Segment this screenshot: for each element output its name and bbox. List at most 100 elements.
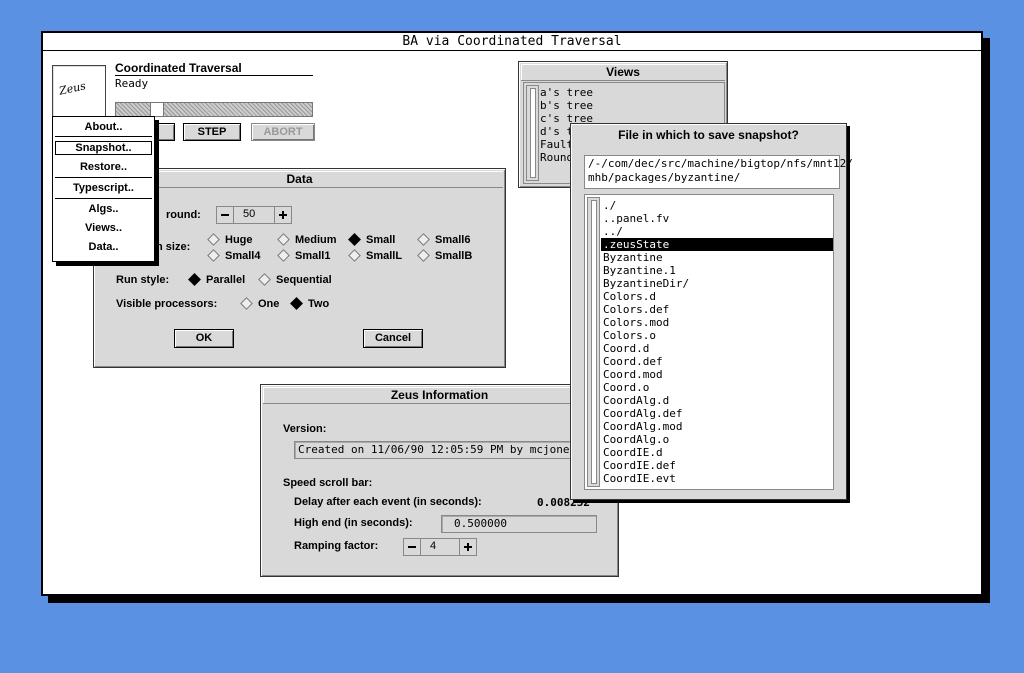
cancel-button[interactable]: Cancel [363,329,423,348]
round-value[interactable]: 50 [243,208,255,220]
menu-item-views[interactable]: Views.. [53,222,154,234]
radio-icon [417,248,430,262]
menu-separator [55,177,152,178]
views-item[interactable]: a's tree [540,86,593,99]
visible-option-one[interactable]: One [240,296,279,310]
size-option-smallb[interactable]: SmallB [417,248,472,262]
run-style-sequential[interactable]: Sequential [258,272,332,286]
high-end-field[interactable]: 0.500000 [441,515,597,533]
visible-processors-label: Visible processors: [116,298,218,310]
file-item-selected[interactable]: .zeusState [601,238,833,251]
menu-item-data[interactable]: Data.. [53,241,154,253]
ramping-minus-button[interactable] [404,539,421,555]
file-list[interactable]: ./..panel.fv ../.zeusState Byzantine Byzant… [584,194,834,490]
ramping-plus-button[interactable] [459,539,476,555]
path-field[interactable]: /-/com/dec/src/machine/bigtop/nfs/mnt12/… [584,155,853,189]
ramping-label: Ramping factor: [294,540,379,552]
size-option-huge[interactable]: Huge [207,232,253,246]
round-plus-button[interactable] [274,207,291,223]
file-item[interactable]: Byzantine.1 [601,264,833,277]
size-option-small[interactable]: Small [348,232,395,246]
visible-option-two[interactable]: Two [290,296,329,310]
file-item[interactable]: ./ [601,199,833,212]
run-style-parallel[interactable]: Parallel [188,272,245,286]
speed-label: Speed scroll bar: [283,477,373,489]
zeus-logo: Zeus [52,65,106,117]
step-button[interactable]: STEP [183,123,241,141]
file-item[interactable]: ByzantineDir/ [601,277,833,290]
data-dialog-title: Data [96,171,503,188]
file-item[interactable]: CoordIE.def [601,459,833,472]
file-item[interactable]: CoordAlg.d [601,394,833,407]
file-item[interactable]: Coord.mod [601,368,833,381]
algorithm-name: Coordinated Traversal [115,61,242,75]
ramping-stepper[interactable]: 4 [403,538,477,556]
window-title[interactable]: BA via Coordinated Traversal [43,33,981,51]
radio-icon [207,232,220,246]
menu-item-snapshot[interactable]: Snapshot.. [55,141,152,155]
go-button[interactable] [153,123,175,141]
file-item[interactable]: CoordIE.evt [601,472,833,485]
logo-text: Zeus [57,79,87,98]
divider [115,75,313,76]
file-item[interactable]: Coord.def [601,355,833,368]
zeus-popup-menu: About.. Snapshot.. Restore.. Typescript.… [52,116,155,262]
radio-selected-icon [290,296,303,310]
radio-icon [348,248,361,262]
file-item[interactable]: Colors.o [601,329,833,342]
high-end-label: High end (in seconds): [294,517,413,529]
round-stepper[interactable]: 50 [216,206,292,224]
file-item[interactable]: Colors.d [601,290,833,303]
radio-selected-icon [188,272,201,286]
radio-icon [277,232,290,246]
version-field[interactable]: Created on 11/06/90 12:05:59 PM by mcjon… [294,441,599,459]
file-item[interactable]: CoordIE.d [601,446,833,459]
speed-scroll-bar[interactable] [115,102,313,117]
views-title: Views [521,64,725,81]
radio-icon [258,272,271,286]
menu-item-restore[interactable]: Restore.. [53,161,154,173]
file-item[interactable]: CoordAlg.o [601,433,833,446]
size-option-small4[interactable]: Small4 [207,248,260,262]
ramping-value[interactable]: 4 [430,540,436,552]
info-title: Zeus Information [263,387,616,404]
file-item[interactable]: CoordAlg.def [601,407,833,420]
file-item[interactable]: ../ [601,225,833,238]
size-label: n size: [156,241,191,253]
version-label: Version: [283,423,327,435]
views-scrollbar[interactable] [526,85,539,181]
file-item[interactable]: Coord.o [601,381,833,394]
menu-separator [55,198,152,199]
views-item[interactable]: b's tree [540,99,593,112]
status-text: Ready [115,77,149,90]
file-item[interactable]: CoordAlg.mod [601,420,833,433]
menu-item-about[interactable]: About.. [53,121,154,133]
speed-scroll-thumb[interactable] [150,103,164,116]
file-item[interactable]: Colors.def [601,303,833,316]
radio-icon [207,248,220,262]
menu-item-algs[interactable]: Algs.. [53,203,154,215]
snapshot-dialog: File in which to save snapshot? /-/com/d… [570,123,853,500]
file-item[interactable]: Colors.mod [601,316,833,329]
size-option-medium[interactable]: Medium [277,232,337,246]
snapshot-title: File in which to save snapshot? [618,128,799,142]
menu-item-typescript[interactable]: Typescript.. [53,182,154,194]
file-item[interactable]: ..panel.fv [601,212,833,225]
abort-button[interactable]: ABORT [251,123,315,141]
round-minus-button[interactable] [217,207,234,223]
file-item[interactable]: Coord.d [601,342,833,355]
radio-icon [417,232,430,246]
file-item[interactable]: Byzantine [601,251,833,264]
size-option-small6[interactable]: Small6 [417,232,470,246]
zeus-information-dialog: Zeus Information Version: Created on 11/… [260,384,619,577]
radio-icon [277,248,290,262]
file-list-scrollbar[interactable] [587,197,600,487]
menu-separator [55,136,152,137]
ok-button[interactable]: OK [174,329,234,348]
size-option-smalll[interactable]: SmallL [348,248,402,262]
radio-selected-icon [348,232,361,246]
run-style-label: Run style: [116,274,170,286]
size-option-small1[interactable]: Small1 [277,248,330,262]
round-label: round: [166,209,201,221]
radio-icon [240,296,253,310]
